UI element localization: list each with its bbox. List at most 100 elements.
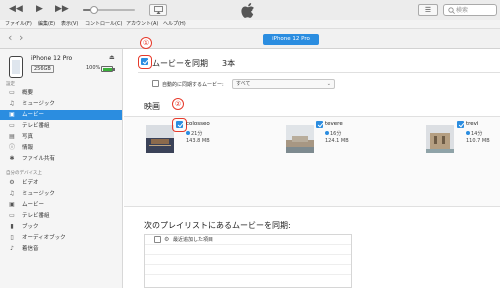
film-icon: ▣ — [9, 201, 15, 208]
sidebar: iPhone 12 Pro ⏏ 256GB 100% 設定 ▭ 概要 ♫ ミュー… — [0, 49, 123, 288]
device-button[interactable]: iPhone 12 Pro — [263, 34, 319, 45]
menu-edit[interactable]: 編集(E) — [38, 20, 55, 29]
movie-size: 143.8 MB — [186, 138, 210, 144]
summary-icon: ▭ — [9, 89, 15, 96]
airplay-button[interactable] — [149, 4, 167, 16]
sidebar-item-label: ミュージック — [22, 191, 55, 197]
sidebar-item-label: 写真 — [22, 134, 34, 140]
sidebar-item-device-movies[interactable]: ▣ ムービー — [0, 200, 122, 210]
sidebar-item-info[interactable]: ⓘ 情報 — [0, 143, 122, 153]
gear-icon: ⚙ — [9, 179, 15, 186]
settings-header: 設定 — [6, 82, 15, 87]
device-name: iPhone 12 Pro — [31, 55, 73, 62]
movie-checkbox-colosseo[interactable] — [176, 121, 183, 128]
battery-icon — [101, 66, 115, 72]
sidebar-item-audiobooks[interactable]: ▯ オーディオブック — [0, 233, 122, 243]
eject-icon[interactable]: ⏏ — [109, 54, 115, 61]
search-placeholder: 検索 — [456, 7, 469, 14]
sidebar-item-label: ファイル共有 — [22, 156, 56, 162]
auto-include-checkbox[interactable] — [152, 80, 159, 87]
unplayed-dot-icon — [186, 131, 190, 135]
movie-duration: 21分 — [186, 130, 202, 137]
gear-icon: ⚙ — [164, 236, 170, 243]
sidebar-item-label: 着信音 — [22, 246, 39, 252]
sidebar-item-video[interactable]: ⚙ ビデオ — [0, 178, 122, 188]
unplayed-dot-icon — [466, 131, 470, 135]
airplay-icon — [154, 6, 163, 14]
empty-row — [145, 265, 351, 275]
book-icon: ▮ — [10, 223, 14, 230]
capacity-badge: 256GB — [31, 65, 54, 73]
sync-count: 3本 — [222, 59, 236, 68]
menu-file[interactable]: ファイル(F) — [5, 20, 32, 29]
movie-title: tevere — [325, 121, 343, 127]
list-item[interactable]: ⚙ 最近追加した項目 — [145, 235, 351, 245]
rewind-icon[interactable]: ◀◀ — [9, 4, 23, 14]
sidebar-item-label: テレビ番組 — [22, 123, 50, 129]
back-arrow-icon[interactable]: ‹ — [8, 32, 12, 44]
auto-include-select[interactable]: すべて ⌄ — [232, 79, 335, 89]
menu-view[interactable]: 表示(V) — [61, 20, 78, 29]
divider — [138, 72, 500, 73]
sync-movies-checkbox[interactable] — [141, 58, 148, 65]
music-note-icon: ♫ — [9, 190, 15, 197]
movies-section-title: 映画 — [144, 102, 160, 111]
nav-bar: ‹ › iPhone 12 Pro — [0, 29, 500, 49]
sidebar-item-label: ブック — [22, 224, 39, 230]
empty-row — [145, 255, 351, 265]
movie-duration: 16分 — [325, 130, 341, 137]
play-icon[interactable]: ▶ — [36, 4, 43, 14]
movie-checkbox-tevere[interactable] — [316, 121, 323, 128]
iphone-icon — [9, 56, 23, 78]
sidebar-item-device-tv[interactable]: ▭ テレビ番組 — [0, 211, 122, 221]
auto-include-label: 自動的に同期するムービー: — [162, 82, 224, 88]
sidebar-item-movies[interactable]: ▣ ムービー — [0, 110, 122, 120]
chevron-down-icon: ⌄ — [326, 81, 331, 87]
sidebar-item-label: ムービー — [22, 112, 45, 118]
sidebar-item-label: テレビ番組 — [22, 213, 50, 219]
apple-logo-icon — [241, 3, 254, 18]
sidebar-item-tv[interactable]: ▭ テレビ番組 — [0, 121, 122, 131]
forward-arrow-icon[interactable]: › — [19, 32, 23, 44]
movie-title: trevi — [466, 121, 479, 127]
sidebar-item-tones[interactable]: ♪ 着信音 — [0, 244, 122, 254]
movie-grid: colosseo 21分 143.8 MB tevere 16分 124.1 M… — [124, 116, 500, 207]
movie-thumbnail-colosseo[interactable] — [146, 125, 174, 153]
volume-slider[interactable] — [83, 6, 135, 14]
menu-account[interactable]: アカウント(A) — [126, 20, 158, 29]
movie-size: 124.1 MB — [325, 138, 349, 144]
movie-thumbnail-tevere[interactable] — [286, 125, 314, 153]
unplayed-dot-icon — [325, 131, 329, 135]
sidebar-item-label: ムービー — [22, 202, 45, 208]
up-next-button[interactable]: ☰ — [418, 4, 438, 16]
playlist-checkbox[interactable] — [154, 236, 161, 243]
menu-help[interactable]: ヘルプ(H) — [163, 20, 186, 29]
info-icon: ⓘ — [8, 144, 15, 151]
audiobook-icon: ▯ — [10, 234, 14, 241]
empty-row — [145, 275, 351, 285]
sidebar-item-books[interactable]: ▮ ブック — [0, 222, 122, 232]
menu-controls[interactable]: コントロール(C) — [85, 20, 122, 29]
tv-icon: ▭ — [9, 122, 15, 129]
sidebar-item-label: 概要 — [22, 90, 34, 96]
movie-size: 110.7 MB — [466, 138, 490, 144]
sidebar-item-music[interactable]: ♫ ミュージック — [0, 99, 122, 109]
photo-icon: ▤ — [9, 133, 15, 140]
sidebar-item-device-music[interactable]: ♫ ミュージック — [0, 189, 122, 199]
empty-row — [145, 245, 351, 255]
movie-checkbox-trevi[interactable] — [457, 121, 464, 128]
on-device-header: 自分のデバイス上 — [6, 171, 42, 176]
fast-forward-icon[interactable]: ▶▶ — [55, 4, 69, 14]
sidebar-item-label: ビデオ — [22, 180, 39, 186]
sidebar-item-label: ミュージック — [22, 101, 55, 107]
sidebar-item-summary[interactable]: ▭ 概要 — [0, 88, 122, 98]
volume-knob[interactable] — [90, 6, 98, 14]
player-toolbar: ◀◀ ▶ ▶▶ ☰ 検索 — [0, 0, 500, 20]
sidebar-item-photos[interactable]: ▤ 写真 — [0, 132, 122, 142]
movie-thumbnail-trevi[interactable] — [426, 125, 454, 153]
movie-title: colosseo — [186, 121, 210, 127]
search-field[interactable]: 検索 — [443, 4, 497, 16]
menu-bar: ファイル(F) 編集(E) 表示(V) コントロール(C) アカウント(A) ヘ… — [0, 20, 500, 29]
search-icon — [448, 7, 455, 14]
sidebar-item-file-sharing[interactable]: ✱ ファイル共有 — [0, 154, 122, 164]
